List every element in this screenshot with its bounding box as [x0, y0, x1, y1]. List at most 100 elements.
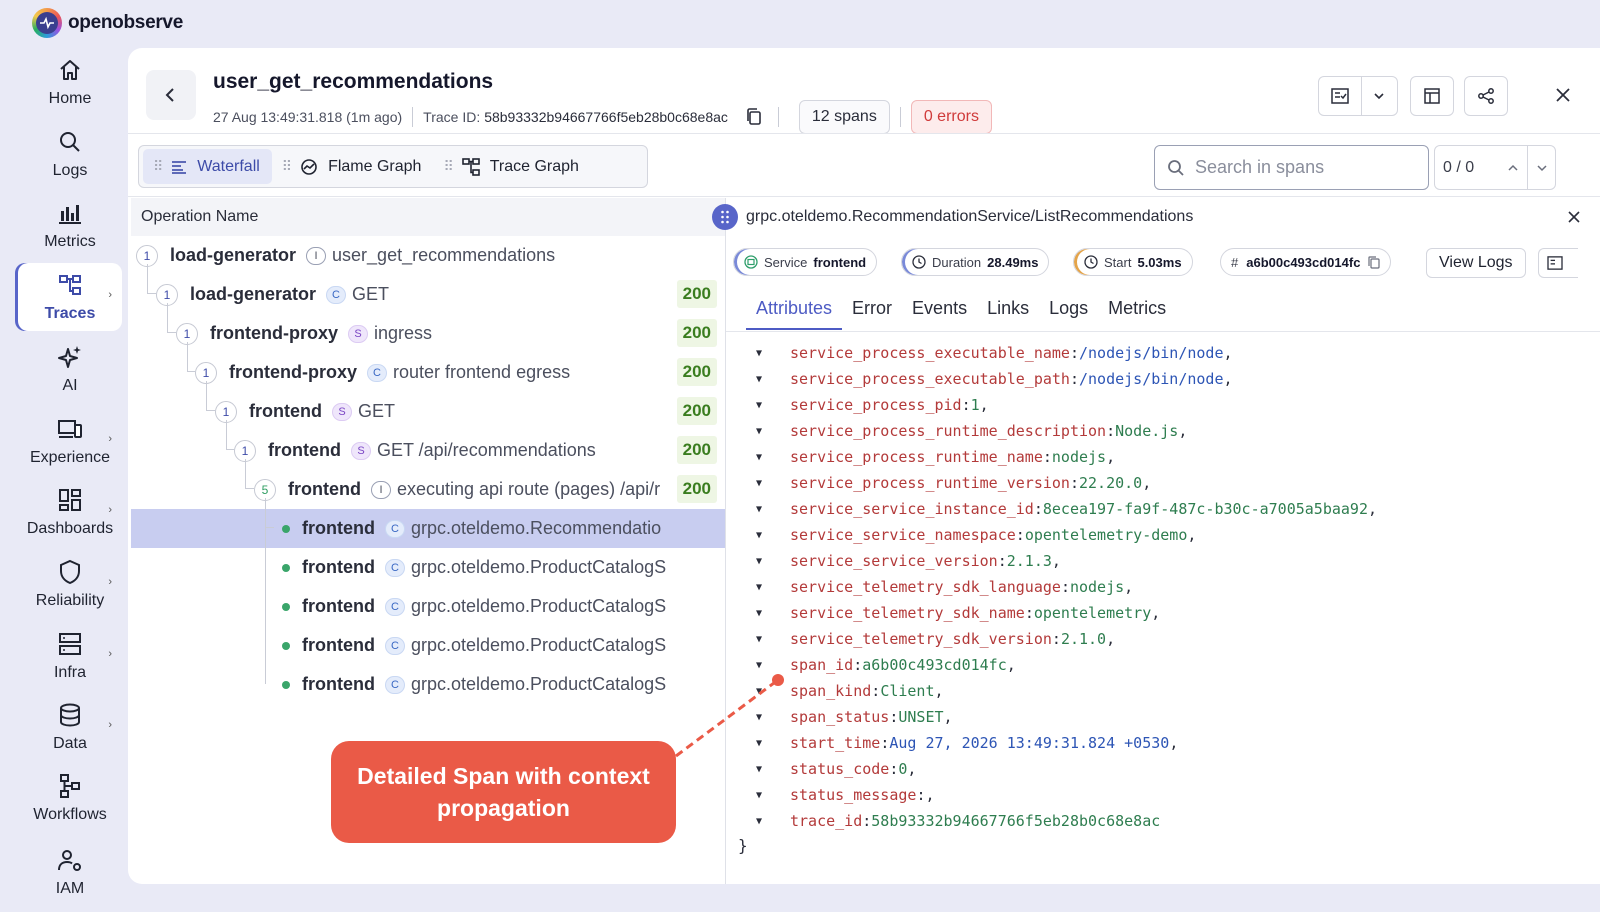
attribute-value[interactable]: nodejs — [1070, 578, 1124, 596]
attribute-value[interactable]: Aug 27, 2026 13:49:31.824 +0530 — [889, 734, 1169, 752]
pane-divider[interactable] — [725, 198, 726, 884]
attribute-value[interactable]: Client — [880, 682, 934, 700]
attribute-key: start_time — [790, 734, 881, 752]
nav-home[interactable]: Home — [18, 48, 122, 116]
span-search-input[interactable]: Search in spans — [1154, 145, 1429, 190]
divider — [128, 133, 1600, 134]
caret-down-icon[interactable]: ▼ — [756, 712, 764, 723]
span-tree-row[interactable]: frontend Cgrpc.oteldemo.Recommendatio — [131, 498, 725, 548]
panel-layout-icon — [1547, 256, 1563, 270]
attribute-value[interactable]: nodejs — [1052, 448, 1106, 466]
table-view-button[interactable] — [1410, 76, 1454, 116]
view-logs-button[interactable]: View Logs — [1426, 248, 1526, 278]
tab-attributes[interactable]: Attributes — [746, 298, 843, 330]
span-tree-row[interactable]: 1 frontend S GET 200 — [131, 381, 725, 431]
tab-links[interactable]: Links — [977, 298, 1039, 330]
closing-brace: } — [738, 836, 748, 855]
nav-iam[interactable]: IAM — [18, 836, 122, 912]
brand[interactable]: openobserve — [32, 8, 183, 38]
caret-down-icon[interactable]: ▼ — [756, 504, 764, 515]
service-name: frontend — [302, 635, 375, 655]
tab-error[interactable]: Error — [842, 298, 902, 330]
caret-down-icon[interactable]: ▼ — [756, 764, 764, 775]
close-button[interactable] — [1548, 80, 1578, 110]
layout-toggle-button[interactable] — [1318, 76, 1398, 116]
sparkle-icon — [58, 346, 81, 368]
caret-down-icon[interactable]: ▼ — [756, 400, 764, 411]
nav-reliability[interactable]: Reliability › — [18, 550, 122, 618]
caret-down-icon[interactable]: ▼ — [756, 686, 764, 697]
span-tree-row[interactable]: 1 load-generator Iuser_get_recommendations — [131, 236, 725, 275]
nav-metrics[interactable]: Metrics — [18, 191, 122, 259]
caret-down-icon[interactable]: ▼ — [756, 530, 764, 541]
copy-icon[interactable] — [746, 108, 762, 126]
span-tree-row[interactable]: frontend Cgrpc.oteldemo.ProductCatalogS — [131, 498, 725, 665]
drag-handle-icon[interactable] — [712, 204, 738, 230]
nav-data[interactable]: Data › — [18, 693, 122, 761]
search-prev-button[interactable] — [1499, 164, 1527, 172]
tab-waterfall[interactable]: ⠿ Waterfall — [143, 149, 272, 184]
span-tree-row[interactable]: 5 frontend Iexecuting api route (pages) /a… — [131, 459, 725, 509]
span-tree-row[interactable]: frontend Cgrpc.oteldemo.ProductCatalogS — [131, 498, 725, 704]
nav-label: Dashboards — [26, 520, 114, 537]
tab-events[interactable]: Events — [902, 298, 977, 330]
caret-down-icon[interactable]: ▼ — [756, 790, 764, 801]
attribute-value[interactable]: 2.1.3 — [1007, 552, 1052, 570]
panel-layout-button[interactable] — [1538, 248, 1578, 278]
attribute-value[interactable]: /nodejs/bin/node — [1079, 344, 1224, 362]
service-name: frontend — [302, 518, 375, 538]
caret-down-icon[interactable]: ▼ — [756, 452, 764, 463]
nav-ai[interactable]: AI — [18, 335, 122, 403]
share-button[interactable] — [1464, 76, 1508, 116]
nav-experience[interactable]: Experience › — [18, 407, 122, 475]
nav-label: Workflows — [33, 806, 107, 823]
attribute-value[interactable]: 2.1.0 — [1061, 630, 1106, 648]
search-next-button[interactable] — [1527, 146, 1555, 189]
span-tree-row[interactable]: 1 frontend-proxy Singress 200 — [131, 303, 725, 353]
caret-down-icon[interactable]: ▼ — [756, 660, 764, 671]
caret-down-icon[interactable]: ▼ — [756, 348, 764, 359]
nav-dashboards[interactable]: Dashboards › — [18, 478, 122, 546]
attribute-value[interactable]: UNSET — [898, 708, 943, 726]
attribute-value[interactable]: 0 — [898, 760, 907, 778]
tab-trace-graph[interactable]: ⠿ Trace Graph — [433, 149, 590, 184]
tab-metrics[interactable]: Metrics — [1098, 298, 1176, 330]
close-span-button[interactable] — [1568, 210, 1580, 228]
nav-workflows[interactable]: Workflows — [18, 764, 122, 832]
caret-down-icon[interactable]: ▼ — [756, 478, 764, 489]
attribute-value[interactable]: 22.20.0 — [1079, 474, 1142, 492]
span-tree-row[interactable]: frontend Cgrpc.oteldemo.ProductCatalogS — [131, 498, 725, 587]
nav-infra[interactable]: Infra › — [18, 622, 122, 690]
caret-down-icon[interactable]: ▼ — [756, 738, 764, 749]
nav-traces[interactable]: Traces › — [18, 263, 122, 331]
span-tree-row[interactable]: 1 load-generator C GET 200 — [131, 264, 725, 314]
caret-down-icon[interactable]: ▼ — [756, 374, 764, 385]
span-detail-tabs: Attributes Error Events Links Logs Metri… — [746, 298, 1176, 330]
attribute-value[interactable]: opentelemetry — [1034, 604, 1151, 622]
caret-down-icon[interactable]: ▼ — [756, 816, 764, 827]
back-button[interactable] — [146, 70, 196, 120]
attribute-value[interactable]: 1 — [971, 396, 980, 414]
attribute-row: ▼ span_id: a6b00c493cd014fc, — [756, 656, 1016, 674]
span-tree-row[interactable]: 1 frontend-proxy Crouter frontend egress 20… — [131, 342, 725, 392]
caret-down-icon[interactable]: ▼ — [756, 582, 764, 593]
attribute-value[interactable]: opentelemetry-demo — [1025, 526, 1188, 544]
tab-logs[interactable]: Logs — [1039, 298, 1098, 330]
attribute-value[interactable]: Node.js — [1115, 422, 1178, 440]
nav-logs[interactable]: Logs — [18, 120, 122, 188]
caret-down-icon[interactable]: ▼ — [756, 608, 764, 619]
attribute-value[interactable]: a6b00c493cd014fc — [862, 656, 1007, 674]
leaf-dot-icon — [282, 641, 290, 650]
caret-down-icon[interactable]: ▼ — [756, 634, 764, 645]
copy-icon[interactable] — [1368, 255, 1381, 269]
caret-down-icon[interactable]: ▼ — [756, 426, 764, 437]
service-name: frontend — [268, 440, 341, 460]
attribute-value[interactable]: 8ecea197-fa9f-487c-b30c-a7005a5baa92 — [1043, 500, 1368, 518]
span-tree-row[interactable]: frontend Cgrpc.oteldemo.ProductCatalogS — [131, 498, 725, 626]
chevron-down-icon — [1362, 92, 1397, 100]
caret-down-icon[interactable]: ▼ — [756, 556, 764, 567]
tab-flame-graph[interactable]: ⠿ Flame Graph — [272, 149, 434, 184]
attribute-value[interactable]: 58b93332b94667766f5eb28b0c68e8ac — [871, 812, 1160, 830]
span-tree-row[interactable]: 1 frontend S GET /api/recommendations 200 — [131, 420, 725, 470]
attribute-value[interactable]: /nodejs/bin/node — [1079, 370, 1224, 388]
